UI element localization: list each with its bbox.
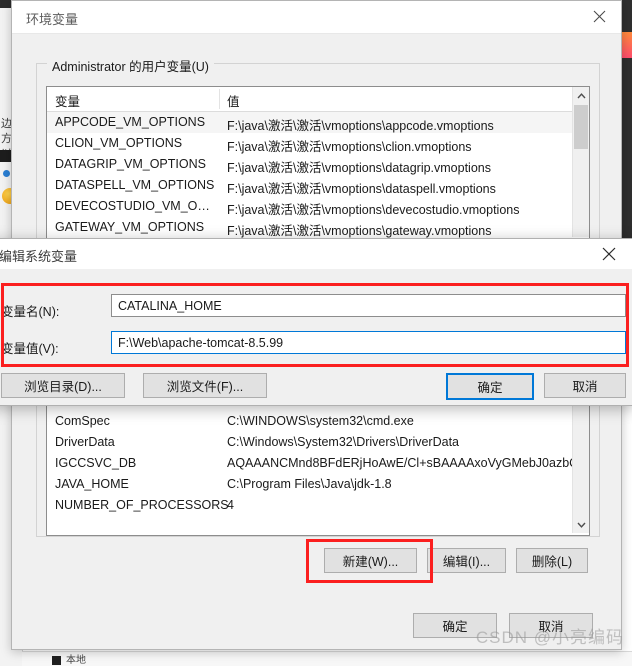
table-row[interactable]: ComSpec C:\WINDOWS\system32\cmd.exe <box>47 411 589 432</box>
row-variable-value: F:\java\激活\激活\vmoptions\dataspell.vmopti… <box>227 182 496 196</box>
user-variables-header: 变量 值 <box>47 87 589 112</box>
table-row[interactable]: DATASPELL_VM_OPTIONS F:\java\激活\激活\vmopt… <box>47 175 589 196</box>
row-variable-value: C:\Windows\System32\Drivers\DriverData <box>227 435 459 449</box>
row-variable-name: DATASPELL_VM_OPTIONS <box>55 178 215 192</box>
row-variable-value: F:\java\激活\激活\vmoptions\devecostudio.vmo… <box>227 203 520 217</box>
user-variables-scrollbar[interactable] <box>572 87 589 237</box>
column-header-value[interactable]: 值 <box>227 91 240 110</box>
column-header-name[interactable]: 变量 <box>55 91 80 110</box>
row-variable-name: DATAGRIP_VM_OPTIONS <box>55 157 206 171</box>
scroll-up-icon[interactable] <box>573 87 589 104</box>
row-variable-name: JAVA_HOME <box>55 477 129 491</box>
column-separator[interactable] <box>219 89 220 109</box>
table-row[interactable]: JAVA_HOME C:\Program Files\Java\jdk-1.8 <box>47 474 589 495</box>
table-row[interactable]: IGCCSVC_DB AQAAANCMnd8BFdERjHoAwE/Cl+sBA… <box>47 453 589 474</box>
env-dialog-titlebar: 环境变量 <box>12 1 621 34</box>
table-row[interactable]: DEVECOSTUDIO_VM_OPT... F:\java\激活\激活\vmo… <box>47 196 589 217</box>
delete-variable-button[interactable]: 删除(L) <box>516 548 588 573</box>
row-variable-value: F:\java\激活\激活\vmoptions\clion.vmoptions <box>227 140 472 154</box>
row-variable-value: 4 <box>227 498 234 512</box>
new-variable-button[interactable]: 新建(W)... <box>324 548 417 573</box>
row-variable-name: DriverData <box>55 435 115 449</box>
row-variable-name: NUMBER_OF_PROCESSORS <box>55 498 229 512</box>
row-variable-name: DEVECOSTUDIO_VM_OPT... <box>55 199 217 213</box>
close-icon[interactable] <box>587 239 631 269</box>
variable-value-label: 变量值(V): <box>1 342 59 356</box>
close-icon-glyph <box>602 247 616 261</box>
table-row[interactable]: NUMBER_OF_PROCESSORS 4 <box>47 495 589 516</box>
variable-name-input[interactable] <box>111 294 626 317</box>
user-variables-rows: APPCODE_VM_OPTIONS F:\java\激活\激活\vmoptio… <box>47 112 589 238</box>
edit-variable-button[interactable]: 编辑(I)... <box>427 548 506 573</box>
close-icon[interactable] <box>577 1 621 32</box>
row-variable-value: C:\Program Files\Java\jdk-1.8 <box>227 477 392 491</box>
background-bottom-bar <box>22 651 632 666</box>
row-variable-value: F:\java\激活\激活\vmoptions\gateway.vmoption… <box>227 224 492 238</box>
background-blue-dot-icon <box>3 170 10 177</box>
row-variable-value: C:\WINDOWS\system32\cmd.exe <box>227 414 414 428</box>
edit-cancel-button[interactable]: 取消 <box>544 373 626 398</box>
row-variable-value: AQAAANCMnd8BFdERjHoAwE/Cl+sBAAAAxoVyGMeb… <box>227 456 572 470</box>
background-bottom-icon <box>52 656 61 665</box>
screenshot-root: 边 方 以 本地 环境变量 Administrator 的用户变量(U) 变量 … <box>0 0 632 666</box>
edit-dialog-titlebar: 编辑系统变量 <box>0 239 632 269</box>
scrollbar-thumb[interactable] <box>574 105 588 149</box>
edit-dialog-title: 编辑系统变量 <box>0 249 78 264</box>
env-ok-button[interactable]: 确定 <box>413 613 497 638</box>
user-variables-legend: Administrator 的用户变量(U) <box>47 56 214 75</box>
variable-value-input[interactable] <box>111 331 626 354</box>
scroll-down-icon[interactable] <box>573 516 589 533</box>
chevron-up-icon <box>576 92 586 98</box>
table-row[interactable]: DATAGRIP_VM_OPTIONS F:\java\激活\激活\vmopti… <box>47 154 589 175</box>
row-variable-value: F:\java\激活\激活\vmoptions\datagrip.vmoptio… <box>227 161 491 175</box>
user-variables-listview[interactable]: 变量 值 APPCODE_VM_OPTIONS F:\java\激活\激活\vm… <box>46 86 590 240</box>
browse-file-button[interactable]: 浏览文件(F)... <box>143 373 267 398</box>
edit-system-variable-dialog: 编辑系统变量 变量名(N): 变量值(V): 浏览目录(D)... 浏览文件(F… <box>0 238 632 406</box>
browse-directory-button[interactable]: 浏览目录(D)... <box>1 373 125 398</box>
row-variable-name: GATEWAY_VM_OPTIONS <box>55 220 205 234</box>
row-variable-value: F:\java\激活\激活\vmoptions\appcode.vmoption… <box>227 119 494 133</box>
background-color-swatch <box>622 32 632 58</box>
table-row[interactable]: APPCODE_VM_OPTIONS F:\java\激活\激活\vmoptio… <box>47 112 589 133</box>
row-variable-name: APPCODE_VM_OPTIONS <box>55 115 206 129</box>
background-bottom-label: 本地 <box>66 655 86 666</box>
table-row[interactable]: CLION_VM_OPTIONS F:\java\激活\激活\vmoptions… <box>47 133 589 154</box>
row-variable-name: IGCCSVC_DB <box>55 456 137 470</box>
env-dialog-title: 环境变量 <box>26 12 79 27</box>
variable-name-label: 变量名(N): <box>1 305 60 319</box>
row-variable-name: ComSpec <box>55 414 110 428</box>
edit-ok-button[interactable]: 确定 <box>446 373 534 400</box>
row-variable-name: CLION_VM_OPTIONS <box>55 136 183 150</box>
table-row[interactable]: DriverData C:\Windows\System32\Drivers\D… <box>47 432 589 453</box>
close-icon-glyph <box>593 10 605 23</box>
table-row[interactable]: GATEWAY_VM_OPTIONS F:\java\激活\激活\vmoptio… <box>47 217 589 238</box>
chevron-down-icon <box>576 522 586 528</box>
env-cancel-button[interactable]: 取消 <box>509 613 593 638</box>
